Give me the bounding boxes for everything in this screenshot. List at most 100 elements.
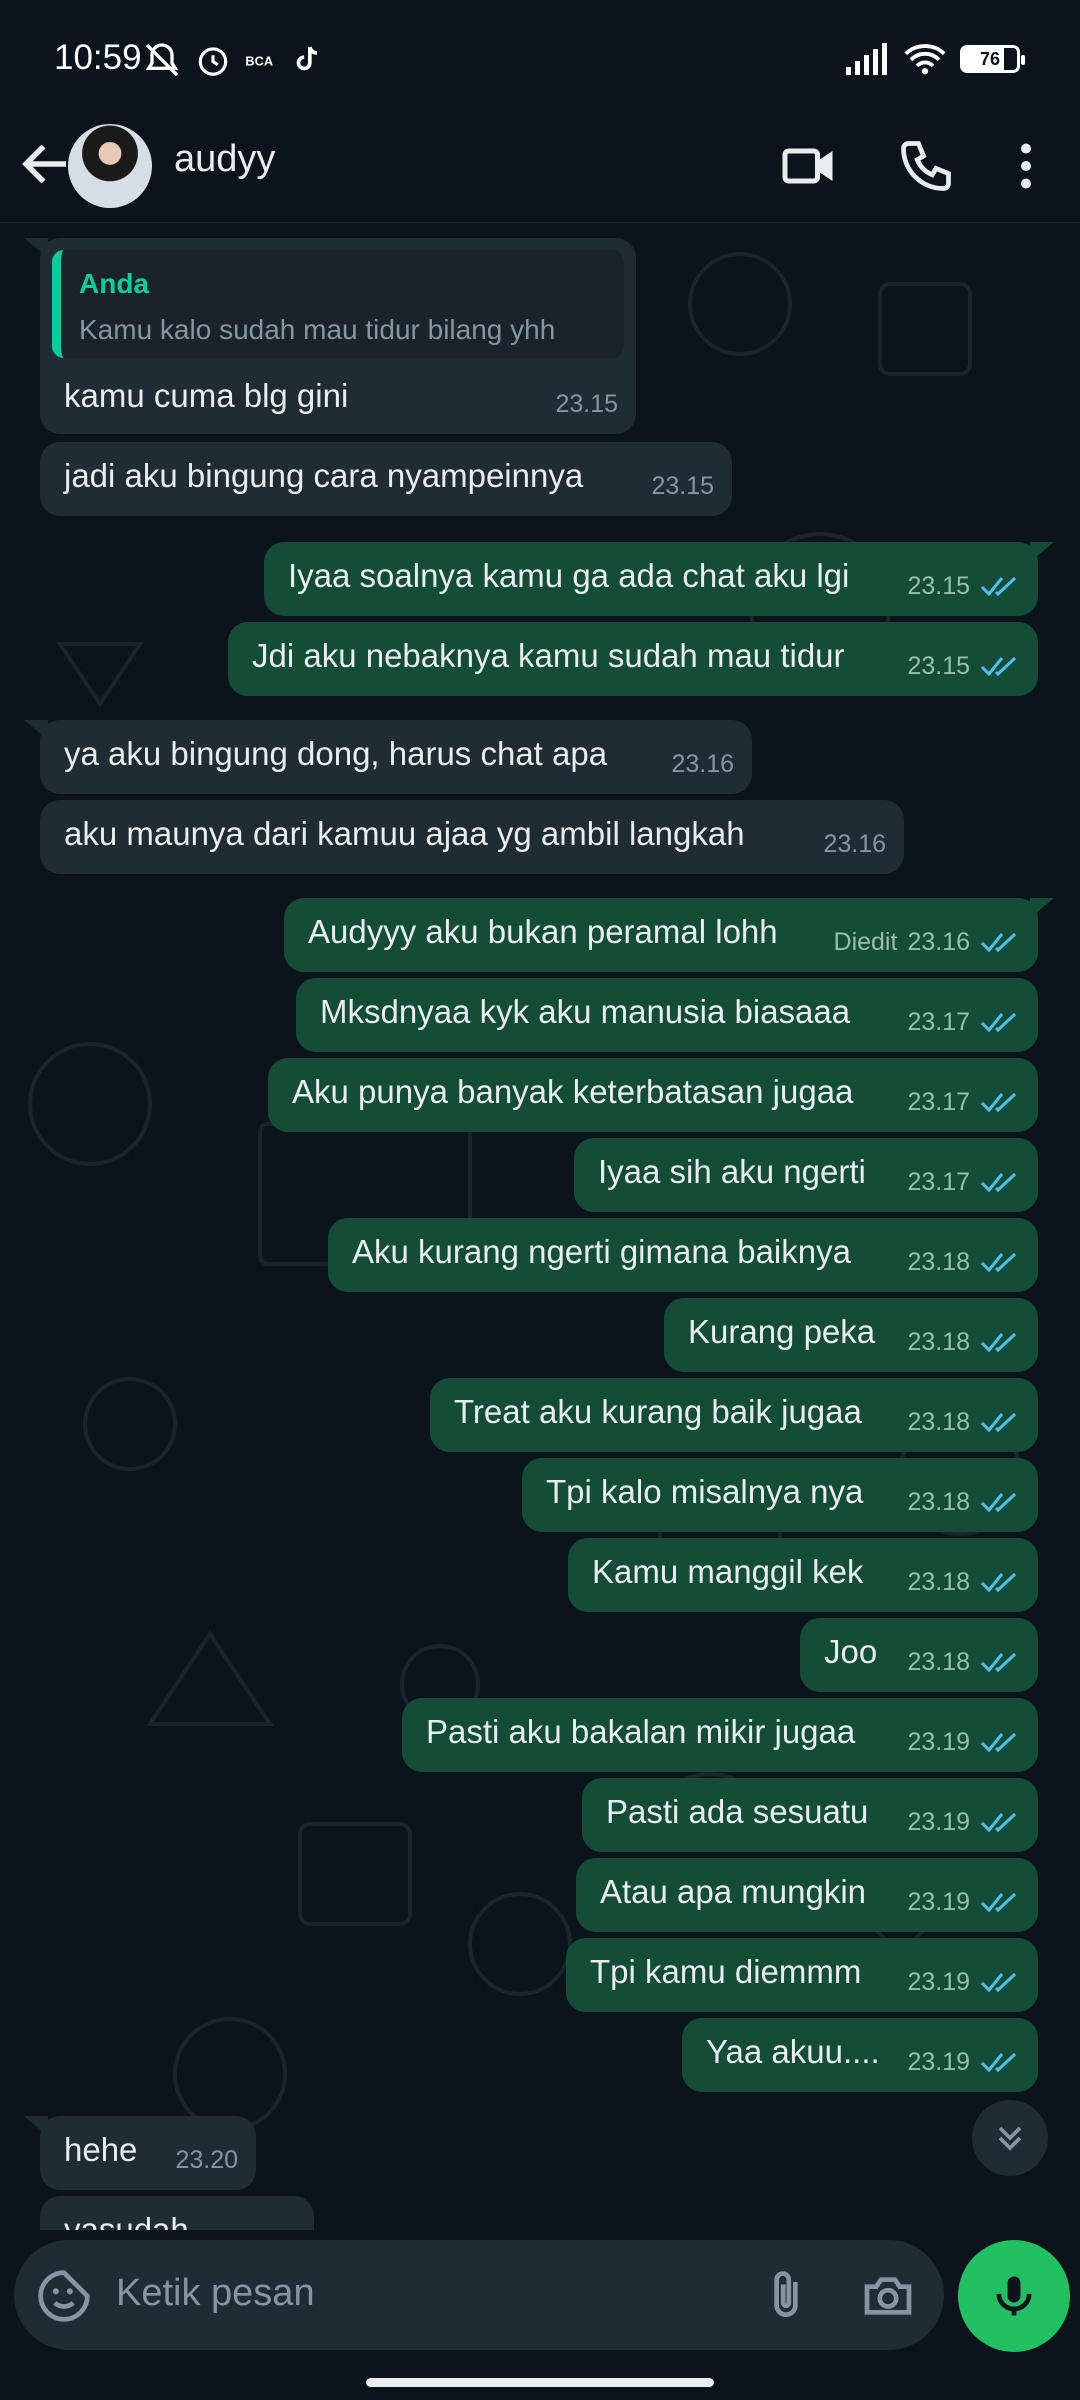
alarm-icon xyxy=(198,47,228,76)
read-receipt-icon xyxy=(980,1332,1017,1353)
sticker-icon[interactable] xyxy=(36,2268,92,2324)
clock: 10:59 xyxy=(54,38,142,77)
read-receipt-icon xyxy=(980,576,1017,597)
svg-text:BCA: BCA xyxy=(245,54,273,69)
message-time: 23.19 xyxy=(907,1968,970,1996)
message-bubble-outgoing[interactable]: Kamu manggil kek 23.18 xyxy=(568,1538,1038,1612)
double-chevron-down-icon xyxy=(998,2126,1022,2151)
reply-quote[interactable]: Anda Kamu kalo sudah mau tidur bilang yh… xyxy=(52,250,624,358)
message-bubble-incoming[interactable]: yasudah xyxy=(40,2196,314,2230)
message-bubble-incoming[interactable]: hehe 23.20 xyxy=(24,2116,256,2190)
read-receipt-icon xyxy=(980,1572,1017,1593)
message-bubble-outgoing[interactable]: Pasti ada sesuatu 23.19 xyxy=(582,1778,1038,1852)
read-receipt-icon xyxy=(980,1732,1017,1753)
edited-label: Diedit xyxy=(833,928,898,956)
voice-message-button[interactable] xyxy=(958,2240,1070,2352)
tiktok-icon xyxy=(296,46,318,71)
message-time: 23.16 xyxy=(907,928,970,956)
muted-bell-icon xyxy=(145,43,179,77)
contact-name[interactable]: audyy xyxy=(174,138,275,181)
message-text: Atau apa mungkin xyxy=(600,1873,867,1910)
message-bubble-outgoing[interactable]: Tpi kalo misalnya nya 23.18 xyxy=(522,1458,1038,1532)
message-time: 23.17 xyxy=(907,1168,970,1196)
message-time: 23.15 xyxy=(907,572,970,600)
read-receipt-icon xyxy=(980,1412,1017,1433)
message-bubble-outgoing[interactable]: Iyaa soalnya kamu ga ada chat aku lgi 23… xyxy=(264,542,1054,616)
message-bubble-incoming[interactable]: Anda Kamu kalo sudah mau tidur bilang yh… xyxy=(24,238,636,434)
message-input-placeholder: Ketik pesan xyxy=(116,2272,315,2314)
read-receipt-icon xyxy=(980,932,1017,953)
message-bubble-outgoing[interactable]: Mksdnyaa kyk aku manusia biasaaa 23.17 xyxy=(296,978,1038,1052)
message-bubble-outgoing[interactable]: Treat aku kurang baik jugaa 23.18 xyxy=(430,1378,1038,1452)
gesture-bar xyxy=(366,2378,714,2387)
scroll-to-bottom-button[interactable] xyxy=(972,2100,1048,2176)
message-bubble-outgoing[interactable]: Jdi aku nebaknya kamu sudah mau tidur 23… xyxy=(228,622,1038,696)
message-bubble-outgoing[interactable]: Atau apa mungkin 23.19 xyxy=(576,1858,1038,1932)
video-call-icon[interactable] xyxy=(780,136,840,196)
message-bubble-outgoing[interactable]: Iyaa sih aku ngerti 23.17 xyxy=(574,1138,1038,1212)
back-arrow-icon[interactable] xyxy=(16,134,76,194)
message-bubble-incoming[interactable]: ya aku bingung dong, harus chat apa 23.1… xyxy=(24,720,752,794)
message-time: 23.18 xyxy=(907,1408,970,1436)
message-time: 23.19 xyxy=(907,1888,970,1916)
message-bubble-outgoing[interactable]: Audyyy aku bukan peramal lohh Diedit 23.1… xyxy=(284,898,1054,972)
message-bubble-outgoing[interactable]: Aku punya banyak keterbatasan jugaa 23.1… xyxy=(268,1058,1038,1132)
status-bar: 10:59 BCA 76 xyxy=(0,0,1080,120)
message-list[interactable]: Anda Kamu kalo sudah mau tidur bilang yh… xyxy=(0,224,1080,2230)
more-options-icon[interactable] xyxy=(996,136,1056,196)
message-bubble-outgoing[interactable]: Tpi kamu diemmm 23.19 xyxy=(566,1938,1038,2012)
message-time: 23.18 xyxy=(907,1328,970,1356)
quote-text: Kamu kalo sudah mau tidur bilang yhh xyxy=(79,314,556,345)
message-bubble-outgoing[interactable]: Aku kurang ngerti gimana baiknya 23.18 xyxy=(328,1218,1038,1292)
avatar[interactable] xyxy=(68,124,152,208)
message-bubble-incoming[interactable]: jadi aku bingung cara nyampeinnya 23.15 xyxy=(40,442,732,516)
signal-icon xyxy=(846,43,887,75)
wifi-icon xyxy=(904,44,946,75)
attach-icon[interactable] xyxy=(758,2268,814,2324)
message-time: 23.19 xyxy=(907,2048,970,2076)
message-text: Treat aku kurang baik jugaa xyxy=(454,1393,862,1430)
message-bubble-outgoing[interactable]: Pasti aku bakalan mikir jugaa 23.19 xyxy=(402,1698,1038,1772)
message-time: 23.16 xyxy=(671,750,734,778)
message-time: 23.18 xyxy=(907,1488,970,1516)
battery-indicator: 76 xyxy=(960,45,1025,73)
read-receipt-icon xyxy=(980,1892,1017,1913)
message-text: Tpi kalo misalnya nya xyxy=(546,1473,864,1510)
message-bubble-outgoing[interactable]: Kurang peka 23.18 xyxy=(664,1298,1038,1372)
microphone-icon xyxy=(996,2276,1032,2316)
message-text: jadi aku bingung cara nyampeinnya xyxy=(64,457,584,494)
message-input[interactable]: Ketik pesan xyxy=(14,2240,944,2350)
quote-author: Anda xyxy=(79,268,149,299)
bank-app-icon: BCA xyxy=(245,54,273,69)
message-time: 23.18 xyxy=(907,1568,970,1596)
voice-call-icon[interactable] xyxy=(896,136,956,196)
message-time: 23.15 xyxy=(907,652,970,680)
message-time: 23.16 xyxy=(823,830,886,858)
message-text: ya aku bingung dong, harus chat apa xyxy=(64,735,608,772)
message-text: Audyyy aku bukan peramal lohh xyxy=(308,913,778,950)
message-text: Iyaa sih aku ngerti xyxy=(598,1153,866,1190)
read-receipt-icon xyxy=(980,1012,1017,1033)
message-text: Pasti ada sesuatu xyxy=(606,1793,869,1830)
message-time: 23.15 xyxy=(555,390,618,418)
camera-icon[interactable] xyxy=(860,2268,916,2324)
message-text: Kurang peka xyxy=(688,1313,876,1350)
read-receipt-icon xyxy=(980,1812,1017,1833)
message-bubble-outgoing[interactable]: Yaa akuu.... 23.19 xyxy=(682,2018,1038,2092)
read-receipt-icon xyxy=(980,656,1017,677)
message-text: Pasti aku bakalan mikir jugaa xyxy=(426,1713,856,1750)
message-text: aku maunya dari kamuu ajaa yg ambil lang… xyxy=(64,815,745,852)
message-time: 23.18 xyxy=(907,1648,970,1676)
message-time: 23.15 xyxy=(651,472,714,500)
message-text: Iyaa soalnya kamu ga ada chat aku lgi xyxy=(288,557,850,594)
message-time: 23.18 xyxy=(907,1248,970,1276)
message-time: 23.19 xyxy=(907,1808,970,1836)
read-receipt-icon xyxy=(980,1172,1017,1193)
message-time: 23.19 xyxy=(907,1728,970,1756)
read-receipt-icon xyxy=(980,1652,1017,1673)
message-bubble-outgoing[interactable]: Joo 23.18 xyxy=(800,1618,1038,1692)
message-bubble-incoming[interactable]: aku maunya dari kamuu ajaa yg ambil lang… xyxy=(40,800,904,874)
message-text: Jdi aku nebaknya kamu sudah mau tidur xyxy=(252,637,845,674)
message-text: Tpi kamu diemmm xyxy=(590,1953,862,1990)
message-text: Aku punya banyak keterbatasan jugaa xyxy=(292,1073,854,1110)
